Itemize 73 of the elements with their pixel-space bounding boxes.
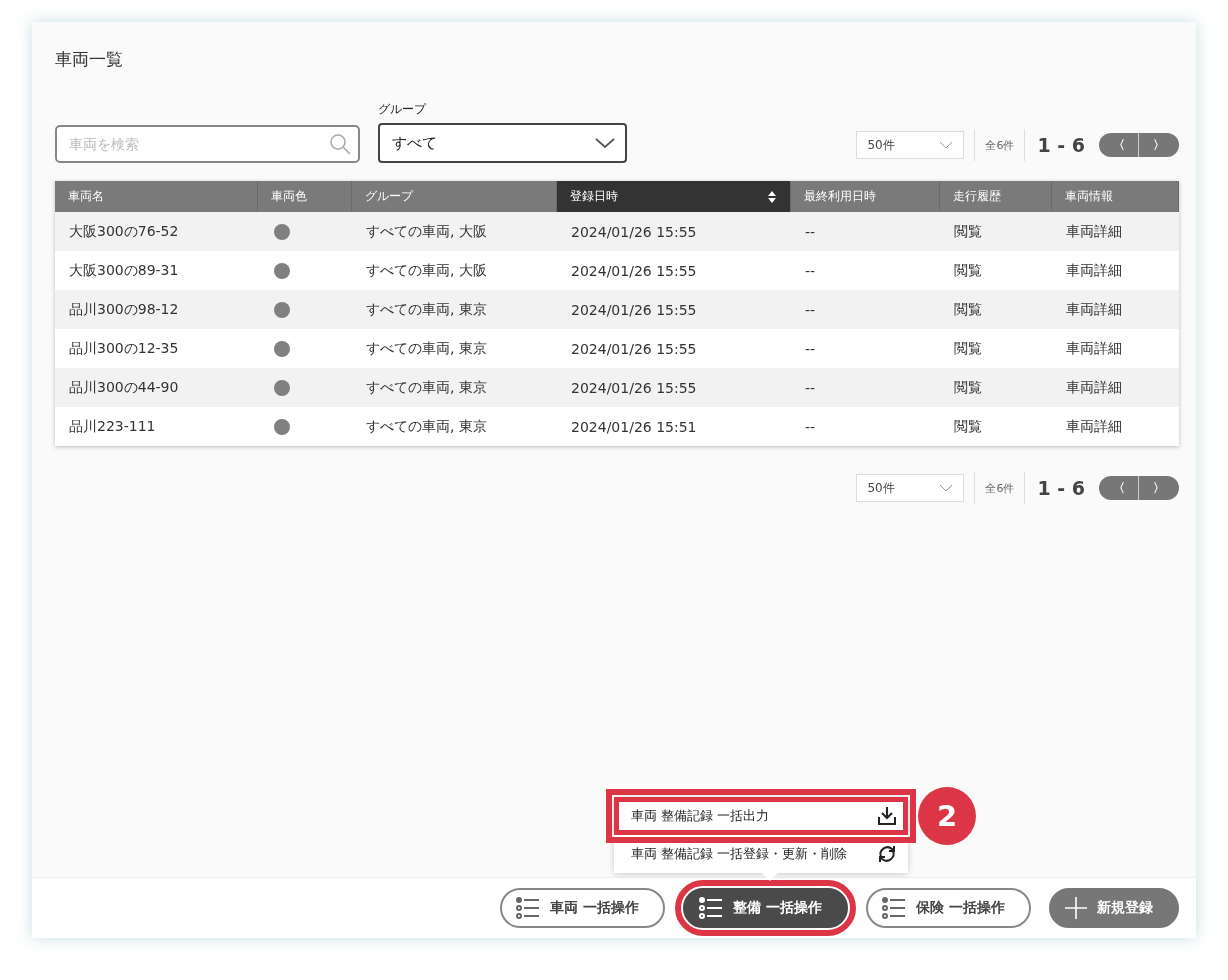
plus-icon	[1065, 897, 1087, 919]
column-header[interactable]: グループ	[352, 181, 557, 212]
search-field[interactable]: 車両を検索	[55, 125, 360, 163]
sort-icon	[767, 189, 777, 204]
details-link[interactable]: 車両詳細	[1052, 212, 1179, 251]
group-select[interactable]: すべて	[378, 123, 627, 163]
chevron-icon	[939, 141, 954, 149]
history-link[interactable]: 閲覧	[940, 368, 1052, 407]
page-range: 1 - 6	[1037, 477, 1085, 499]
group-name: すべての車両, 東京	[365, 377, 488, 397]
search-icon	[329, 133, 351, 155]
vehicle-name: 大阪300の76-52	[68, 221, 180, 241]
list-icon	[516, 897, 541, 919]
chevron-icon	[939, 484, 954, 492]
last-used-date: --	[804, 300, 817, 320]
prev-page-button[interactable]: 〈	[1099, 476, 1139, 500]
prev-page-button[interactable]: 〈	[1099, 133, 1139, 157]
vehicle-name: 品川300の44-90	[68, 377, 180, 397]
vehicle-name: 品川300の12-35	[68, 338, 180, 358]
history-link[interactable]: 閲覧	[940, 407, 1052, 446]
column-header[interactable]: 車両名	[55, 181, 258, 212]
column-header[interactable]: 登録日時	[557, 181, 791, 212]
per-page-select[interactable]: 50件	[856, 474, 965, 502]
per-page-value: 50件	[867, 136, 895, 154]
details-link[interactable]: 車両詳細	[1052, 290, 1179, 329]
registered-date: 2024/01/26 15:55	[570, 261, 698, 281]
next-page-button[interactable]: 〉	[1139, 133, 1179, 157]
vehicle-name: 品川223-111	[68, 416, 157, 436]
registered-date: 2024/01/26 15:51	[570, 417, 698, 437]
registered-date: 2024/01/26 15:55	[570, 222, 698, 242]
total-count: 全6件	[985, 137, 1015, 153]
vehicle-name: 品川300の98-12	[68, 299, 180, 319]
group-name: すべての車両, 東京	[365, 338, 488, 358]
chevron-icon	[595, 138, 615, 148]
page-range: 1 - 6	[1037, 134, 1085, 156]
per-page-value: 50件	[867, 479, 895, 497]
column-header[interactable]: 最終利用日時	[791, 181, 940, 212]
list-icon	[882, 897, 907, 919]
last-used-date: --	[804, 417, 817, 437]
group-name: すべての車両, 東京	[365, 416, 488, 436]
vehicle-name: 大阪300の89-31	[68, 260, 180, 280]
add-button[interactable]: 新規登録	[1049, 888, 1179, 928]
registered-date: 2024/01/26 15:55	[570, 300, 698, 320]
group-name: すべての車両, 大阪	[365, 221, 488, 241]
last-used-date: --	[804, 378, 817, 398]
registered-date: 2024/01/26 15:55	[570, 339, 698, 359]
group-label: グループ	[378, 101, 428, 118]
last-used-date: --	[804, 261, 817, 281]
last-used-date: --	[804, 222, 817, 242]
last-used-date: --	[804, 339, 817, 359]
column-header[interactable]: 走行履歴	[940, 181, 1052, 212]
download-icon	[877, 806, 897, 826]
column-header[interactable]: 車両色	[258, 181, 352, 212]
details-link[interactable]: 車両詳細	[1052, 329, 1179, 368]
registered-date: 2024/01/26 15:55	[570, 378, 698, 398]
total-count: 全6件	[985, 480, 1015, 496]
details-link[interactable]: 車両詳細	[1052, 368, 1179, 407]
history-link[interactable]: 閲覧	[940, 329, 1052, 368]
page-title: 車両一覧	[55, 48, 124, 71]
details-link[interactable]: 車両詳細	[1052, 407, 1179, 446]
per-page-select[interactable]: 50件	[856, 131, 965, 159]
bulk-action-button[interactable]: 車両 一括操作	[500, 888, 666, 928]
history-link[interactable]: 閲覧	[940, 251, 1052, 290]
details-link[interactable]: 車両詳細	[1052, 251, 1179, 290]
bulk-action-button[interactable]: 保険 一括操作	[866, 888, 1031, 928]
refresh-icon	[877, 844, 897, 864]
history-link[interactable]: 閲覧	[940, 212, 1052, 251]
history-link[interactable]: 閲覧	[940, 290, 1052, 329]
next-page-button[interactable]: 〉	[1139, 476, 1179, 500]
group-name: すべての車両, 東京	[365, 299, 488, 319]
list-icon	[699, 897, 724, 919]
group-name: すべての車両, 大阪	[365, 260, 488, 280]
column-header[interactable]: 車両情報	[1052, 181, 1179, 212]
